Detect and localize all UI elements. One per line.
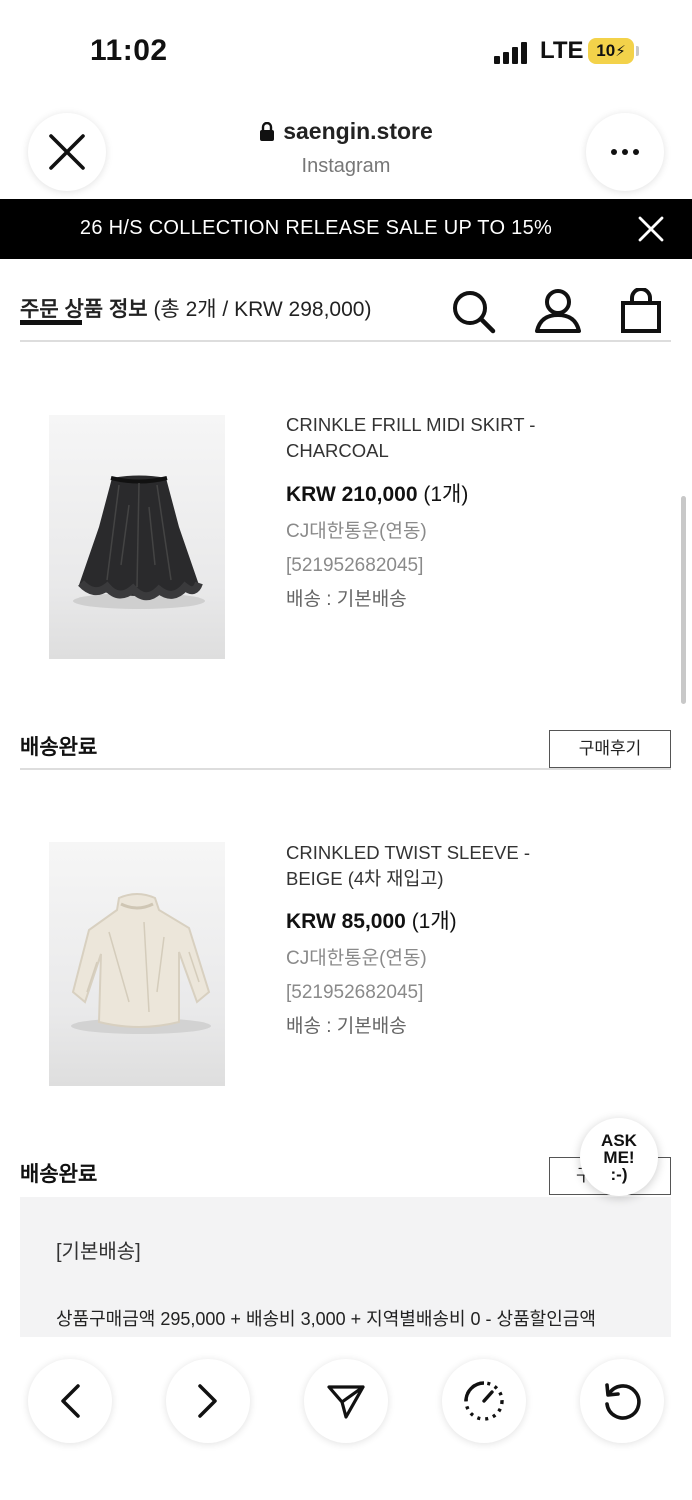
ask-me-line3: :-) — [610, 1164, 628, 1184]
send-icon — [327, 1385, 365, 1419]
tracking-number[interactable]: [521952682045] — [286, 976, 427, 1010]
product-image-top[interactable] — [49, 842, 225, 1086]
delivery-status: 배송완료 — [20, 736, 98, 759]
address-bar[interactable]: saengin.store Instagram — [180, 118, 512, 178]
product-qty: (1개) — [423, 483, 469, 506]
summary-title: [기본배송] — [56, 1241, 141, 1263]
order-items-label: 주문 상품 정보 — [20, 298, 148, 321]
forward-button[interactable] — [166, 1359, 250, 1443]
divider — [20, 340, 671, 342]
order-items-header: 주문 상품 정보 (총 2개 / KRW 298,000) — [20, 293, 371, 323]
product-shipping-info: CJ대한통운(연동) [521952682045] 배송 : 기본배송 — [286, 515, 427, 617]
battery-tip — [636, 46, 639, 56]
spinner-icon — [464, 1381, 504, 1421]
skirt-photo-icon — [73, 475, 205, 609]
more-options-button[interactable] — [586, 113, 664, 191]
user-icon[interactable] — [534, 288, 582, 334]
url-text: saengin.store — [283, 118, 433, 144]
product-price: KRW 85,000 — [286, 910, 406, 933]
promo-banner-text: 26 H/S COLLECTION RELEASE SALE UP TO 15% — [79, 217, 553, 239]
summary-breakdown: 상품구매금액 295,000 + 배송비 3,000 + 지역별배송비 0 - … — [56, 1309, 596, 1329]
product-image-skirt[interactable] — [49, 415, 225, 659]
order-items-summary: (총 2개 / KRW 298,000) — [153, 298, 372, 321]
battery-level: 10 — [596, 41, 616, 60]
tracking-number[interactable]: [521952682045] — [286, 549, 427, 583]
shipping-method: 배송 : 기본배송 — [286, 1016, 407, 1037]
cart-icon[interactable] — [620, 288, 662, 334]
product-name[interactable]: CRINKLED TWIST SLEEVE - BEIGE (4차 재입고) — [286, 840, 576, 892]
cellular-signal-icon — [494, 42, 528, 64]
close-icon — [49, 134, 85, 170]
product-price-line: KRW 210,000 (1개) — [286, 478, 468, 508]
payment-summary: [기본배송] 상품구매금액 295,000 + 배송비 3,000 + 지역별배… — [20, 1197, 671, 1337]
close-browser-button[interactable] — [28, 113, 106, 191]
reload-icon — [605, 1383, 641, 1420]
ask-me-line2: ME! — [603, 1147, 635, 1167]
chevron-left-icon — [61, 1384, 80, 1418]
reload-button[interactable] — [580, 1359, 664, 1443]
network-type: LTE — [540, 37, 584, 64]
chevron-right-icon — [198, 1384, 217, 1418]
write-review-button[interactable]: 구매후기 — [549, 730, 671, 768]
product-qty: (1개) — [411, 910, 457, 933]
product-shipping-info: CJ대한통운(연동) [521952682045] 배송 : 기본배송 — [286, 942, 427, 1044]
source-app: Instagram — [301, 154, 391, 177]
more-icon — [611, 149, 639, 155]
lock-icon — [260, 121, 275, 141]
promo-banner[interactable]: 26 H/S COLLECTION RELEASE SALE UP TO 15% — [0, 199, 692, 259]
sweater-photo-icon — [71, 893, 211, 1034]
ask-me-line1: ASK — [601, 1130, 637, 1150]
delivery-status: 배송완료 — [20, 1163, 98, 1186]
search-icon[interactable] — [450, 288, 496, 334]
back-button[interactable] — [28, 1359, 112, 1443]
loading-button[interactable] — [442, 1359, 526, 1443]
product-price: KRW 210,000 — [286, 483, 418, 506]
share-button[interactable] — [304, 1359, 388, 1443]
banner-close-icon[interactable] — [636, 214, 666, 244]
divider — [20, 768, 671, 770]
header-underline — [20, 320, 82, 325]
battery-icon: 10⚡ — [588, 38, 634, 64]
shipping-method: 배송 : 기본배송 — [286, 589, 407, 610]
product-name[interactable]: CRINKLE FRILL MIDI SKIRT - CHARCOAL — [286, 412, 576, 464]
scrollbar[interactable] — [681, 496, 686, 704]
carrier: CJ대한통운(연동) — [286, 521, 427, 542]
ask-me-chat-button[interactable]: ASK ME! :-) — [580, 1118, 658, 1196]
product-price-line: KRW 85,000 (1개) — [286, 905, 457, 935]
carrier: CJ대한통운(연동) — [286, 948, 427, 969]
status-time: 11:02 — [90, 34, 168, 67]
